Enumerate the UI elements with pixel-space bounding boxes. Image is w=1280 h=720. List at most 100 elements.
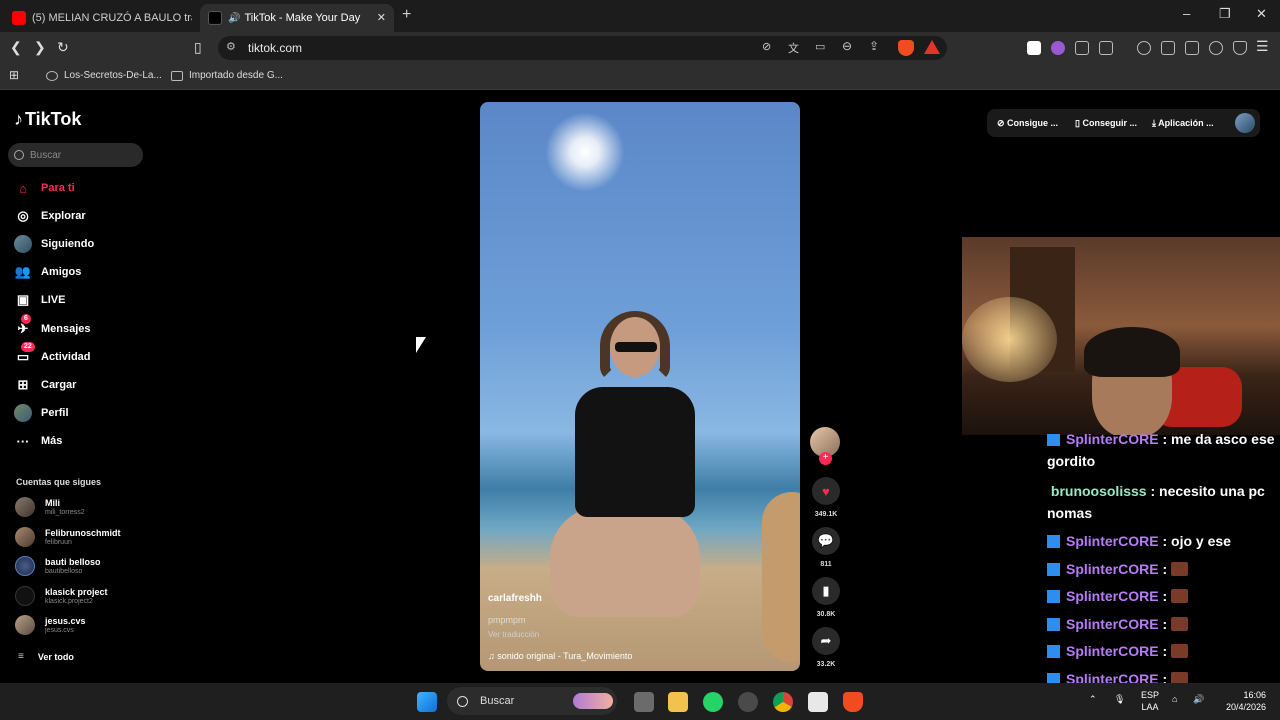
windows-start-icon[interactable] <box>417 692 437 712</box>
tiktok-note-icon: ♪ <box>14 109 23 129</box>
share-button[interactable]: ➦ 33.2K <box>810 627 842 668</box>
heart-icon: ♥ <box>812 477 840 505</box>
nav-siguiendo[interactable]: Siguiendo <box>14 235 94 253</box>
emote-icon <box>1171 589 1189 603</box>
taskbar-search[interactable]: Buscar <box>447 687 617 715</box>
avatar <box>15 615 35 635</box>
maximize-icon[interactable]: ❐ <box>1219 6 1231 22</box>
following-item[interactable]: jesus.cvs jesus.cvs <box>15 615 86 635</box>
extension-d-icon[interactable] <box>1027 41 1041 55</box>
close-window-icon[interactable]: ✕ <box>1256 6 1267 22</box>
nav-amigos[interactable]: 👥 Amigos <box>14 263 81 281</box>
nav-explorar[interactable]: ◎ Explorar <box>14 207 85 225</box>
tab-tiktok[interactable]: 🔊 TikTok - Make Your Day ✕ <box>200 4 394 32</box>
address-bar[interactable]: ⚙ tiktok.com ⊘ 文 ▭ ⊖ ⇪ <box>218 36 947 60</box>
bookmark-item[interactable]: Los-Secretos-De-La... <box>46 70 162 81</box>
following-item[interactable]: Mili mili_torress2 <box>15 497 85 517</box>
network-icon[interactable]: ⌂ <box>1172 693 1177 705</box>
like-button[interactable]: ♥ 349.1K <box>810 477 842 518</box>
microphone-icon[interactable]: 🎙 <box>1114 693 1125 705</box>
wallet-icon[interactable] <box>1185 41 1199 55</box>
following-item[interactable]: Felibrunoschmidt felibruun <box>15 527 121 547</box>
see-all-button[interactable]: ≡ Ver todo <box>18 651 74 662</box>
nav-para-ti[interactable]: ⌂ Para ti <box>14 179 75 197</box>
globe-icon <box>46 70 58 81</box>
like-count: 349.1K <box>814 511 838 518</box>
following-item[interactable]: klasick project klasick.project2 <box>15 586 108 606</box>
new-tab-button[interactable]: + <box>402 6 411 24</box>
media-icon[interactable] <box>1137 41 1151 55</box>
cast-icon[interactable]: ▭ <box>815 40 825 53</box>
bookmark-icon[interactable]: ▯ <box>194 39 202 56</box>
comment-button[interactable]: 💬 811 <box>810 527 842 568</box>
logo-text: TikTok <box>25 109 82 129</box>
sidebar-icon[interactable] <box>1161 41 1175 55</box>
following-item[interactable]: bauti belloso bautibelloso <box>15 556 101 576</box>
chrome-icon[interactable] <box>773 692 793 712</box>
nav-live[interactable]: ▣ LIVE <box>14 291 66 309</box>
file-explorer-icon[interactable] <box>668 692 688 712</box>
chat-message: brunoosolisss : necesito una pc nomas <box>1047 483 1265 521</box>
following-name: jesus.cvs <box>45 615 86 626</box>
share-count: 33.2K <box>816 661 836 668</box>
brave-browser-icon[interactable] <box>843 692 863 712</box>
nav-perfil[interactable]: Perfil <box>14 404 69 422</box>
translate-link[interactable]: Ver traducción <box>488 630 539 639</box>
get-app-button[interactable]: ▯ Conseguir ... <box>1075 118 1137 129</box>
brave-shields-icon[interactable] <box>898 40 914 56</box>
avatar <box>15 527 35 547</box>
follow-plus-icon[interactable]: + <box>819 452 832 465</box>
video-sound[interactable]: ♫ sonido original - Tura_Movimiento <box>488 651 632 661</box>
nav-actividad[interactable]: ▭ 22 Actividad <box>14 342 91 366</box>
apps-grid-icon[interactable]: ⊞ <box>9 68 19 82</box>
minimize-icon[interactable]: – <box>1183 6 1190 21</box>
tab-youtube[interactable]: (5) MELIAN CRUZÓ A BAULO tras TIL <box>4 4 192 32</box>
chat-user: SplinterCORE <box>1066 561 1159 577</box>
menu-icon[interactable]: ☰ <box>1256 38 1269 55</box>
obs-icon[interactable] <box>738 692 758 712</box>
leo-ai-icon[interactable] <box>1209 41 1223 55</box>
clock[interactable]: 16:06 20/4/2026 <box>1218 689 1266 713</box>
video-username[interactable]: carlafreshh <box>488 593 542 604</box>
language-indicator[interactable]: ESP LAA <box>1141 689 1159 713</box>
tab-title: TikTok - Make Your Day <box>244 12 361 24</box>
video-player[interactable]: carlafreshh pmpmpm Ver traducción ♫ soni… <box>480 102 800 671</box>
extension-purple-icon[interactable] <box>1051 41 1065 55</box>
no-tracking-icon[interactable]: ⊘ <box>762 40 771 53</box>
following-avatar-icon <box>14 235 32 253</box>
video-frame-sun <box>545 112 625 192</box>
nav-mensajes[interactable]: ✈ 6 Mensajes <box>14 314 91 338</box>
button-label: Aplicación ... <box>1158 118 1214 128</box>
zoom-icon[interactable]: ⊖ <box>842 39 852 53</box>
back-icon[interactable]: ❮ <box>10 39 22 56</box>
brave-rewards-icon[interactable] <box>924 40 940 54</box>
compass-icon: ◎ <box>17 208 29 223</box>
save-button[interactable]: ▮ 30.8K <box>810 577 842 618</box>
share-icon[interactable]: ⇪ <box>869 39 879 53</box>
screenshot-icon[interactable] <box>1099 41 1113 55</box>
speaker-icon[interactable]: 🔊 <box>228 13 240 24</box>
messages-icon: ✈ 6 <box>14 314 32 338</box>
close-tab-icon[interactable]: ✕ <box>377 11 386 24</box>
task-view-icon[interactable] <box>634 692 654 712</box>
extensions-icon[interactable] <box>1075 41 1089 55</box>
nav-mas[interactable]: ··· Más <box>14 432 63 450</box>
tray-chevron-icon[interactable]: ⌃ <box>1089 693 1097 705</box>
bookmark-folder[interactable]: Importado desde G... <box>171 70 283 81</box>
translate-icon[interactable]: 文 <box>788 40 799 56</box>
vpn-shield-icon[interactable] <box>1233 41 1247 55</box>
app-icon[interactable] <box>808 692 828 712</box>
download-app-button[interactable]: ⤓ Aplicación ... <box>1152 118 1214 129</box>
reload-icon[interactable]: ↻ <box>57 39 69 56</box>
forward-icon[interactable]: ❯ <box>34 39 46 56</box>
profile-avatar[interactable] <box>1235 113 1255 133</box>
search-input[interactable]: Buscar <box>8 143 143 167</box>
tiktok-logo[interactable]: ♪ TikTok <box>14 109 81 130</box>
volume-icon[interactable]: 🔊 <box>1193 693 1204 705</box>
browser-toolbar: ❮ ❯ ↻ ▯ ⚙ tiktok.com ⊘ 文 ▭ ⊖ ⇪ ☰ <box>0 32 1280 64</box>
nav-label: Perfil <box>41 407 69 419</box>
get-coins-button[interactable]: ⊘ Consigue ... <box>997 118 1058 129</box>
whatsapp-icon[interactable] <box>703 692 723 712</box>
site-info-icon[interactable]: ⚙ <box>226 40 236 53</box>
nav-cargar[interactable]: ⊞ Cargar <box>14 376 77 394</box>
